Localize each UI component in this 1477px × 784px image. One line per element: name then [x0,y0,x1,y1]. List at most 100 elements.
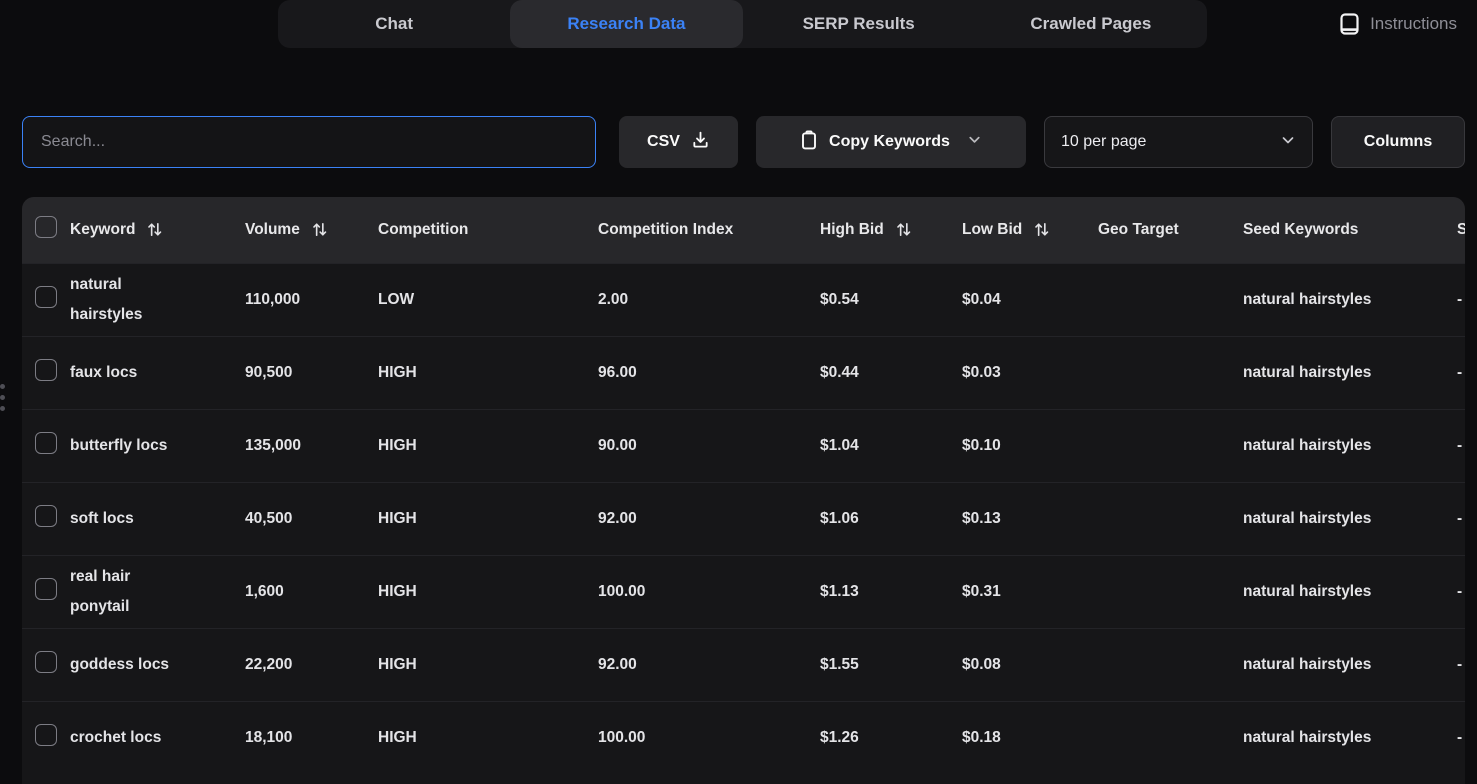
row-checkbox[interactable] [35,724,57,746]
drag-handle-dots[interactable] [0,384,6,411]
cell-keyword: natural hairstyles [70,263,245,336]
keyword-table: Keyword Volume [22,197,1465,784]
cell-volume: 90,500 [245,336,378,409]
cell-clipped: - [1457,628,1465,701]
cell-competition-index: 2.00 [598,263,820,336]
col-header-competition-index: Competition Index [598,197,820,263]
chevron-down-icon [1280,132,1296,153]
cell-competition-index: 96.00 [598,336,820,409]
select-all-checkbox[interactable] [35,216,57,238]
cell-keyword: goddess locs [70,628,245,701]
row-checkbox[interactable] [35,651,57,673]
col-label-low-bid: Low Bid [962,221,1022,239]
cell-competition: HIGH [378,482,598,555]
cell-seed-keywords: natural hairstyles [1243,409,1457,482]
tab-research-data[interactable]: Research Data [510,0,742,48]
table-row: faux locs 90,500 HIGH 96.00 $0.44 $0.03 … [22,336,1465,409]
cell-geo-target [1098,336,1243,409]
tab-serp-results[interactable]: SERP Results [743,0,975,48]
copy-keywords-button[interactable]: Copy Keywords [756,116,1026,168]
cell-seed-keywords: natural hairstyles [1243,555,1457,628]
table-header-row: Keyword Volume [22,197,1465,263]
cell-competition-index: 100.00 [598,555,820,628]
cell-seed-keywords: natural hairstyles [1243,336,1457,409]
table-row: soft locs 40,500 HIGH 92.00 $1.06 $0.13 … [22,482,1465,555]
cell-geo-target [1098,701,1243,774]
cell-low-bid: $0.31 [962,555,1098,628]
cell-high-bid: $1.06 [820,482,962,555]
cell-clipped: - [1457,482,1465,555]
table-row: butterfly locs 135,000 HIGH 90.00 $1.04 … [22,409,1465,482]
cell-seed-keywords: natural hairstyles [1243,263,1457,336]
tab-chat[interactable]: Chat [278,0,510,48]
cell-geo-target [1098,409,1243,482]
cell-clipped: - [1457,336,1465,409]
cell-volume: 110,000 [245,263,378,336]
cell-seed-keywords: natural hairstyles [1243,701,1457,774]
cell-seed-keywords: natural hairstyles [1243,628,1457,701]
toolbar: CSV Copy Keywords 10 per page [22,116,1465,168]
cell-keyword: real hair ponytail [70,555,245,628]
cell-geo-target [1098,263,1243,336]
download-icon [691,130,710,154]
row-checkbox[interactable] [35,286,57,308]
row-checkbox[interactable] [35,505,57,527]
col-header-clipped: S [1457,197,1465,263]
cell-volume: 135,000 [245,409,378,482]
col-header-competition: Competition [378,197,598,263]
col-label-keyword: Keyword [70,221,135,239]
cell-low-bid: $0.04 [962,263,1098,336]
chevron-down-icon [967,132,982,152]
cell-low-bid: $0.03 [962,336,1098,409]
cell-keyword: crochet locs [70,701,245,774]
cell-low-bid: $0.08 [962,628,1098,701]
instructions-label: Instructions [1370,14,1457,34]
search-input[interactable] [22,116,596,168]
cell-competition: HIGH [378,701,598,774]
cell-volume: 22,200 [245,628,378,701]
instructions-button[interactable]: Instructions [1340,8,1457,40]
copy-keywords-label: Copy Keywords [829,133,950,151]
row-checkbox[interactable] [35,432,57,454]
sort-high-bid-button[interactable] [894,220,913,239]
clipboard-icon [800,130,818,155]
cell-clipped: - [1457,263,1465,336]
sort-keyword-button[interactable] [145,220,164,239]
cell-keyword: faux locs [70,336,245,409]
cell-clipped: - [1457,555,1465,628]
col-header-high-bid: High Bid [820,197,962,263]
cell-keyword: soft locs [70,482,245,555]
sort-low-bid-button[interactable] [1032,220,1051,239]
cell-competition: HIGH [378,555,598,628]
col-label-high-bid: High Bid [820,221,884,239]
col-header-keyword: Keyword [70,197,245,263]
cell-low-bid: $0.18 [962,701,1098,774]
book-icon [1340,13,1359,35]
col-header-geo-target: Geo Target [1098,197,1243,263]
cell-high-bid: $1.55 [820,628,962,701]
row-checkbox[interactable] [35,359,57,381]
tab-bar: ChatResearch DataSERP ResultsCrawled Pag… [278,0,1207,48]
table-row: goddess locs 22,200 HIGH 92.00 $1.55 $0.… [22,628,1465,701]
cell-competition-index: 90.00 [598,409,820,482]
row-checkbox[interactable] [35,578,57,600]
cell-keyword: butterfly locs [70,409,245,482]
cell-clipped: - [1457,701,1465,774]
cell-low-bid: $0.10 [962,409,1098,482]
col-header-low-bid: Low Bid [962,197,1098,263]
cell-low-bid: $0.13 [962,482,1098,555]
cell-geo-target [1098,555,1243,628]
cell-clipped: - [1457,409,1465,482]
top-bar: ChatResearch DataSERP ResultsCrawled Pag… [0,0,1477,48]
cell-high-bid: $0.44 [820,336,962,409]
col-header-volume: Volume [245,197,378,263]
columns-button[interactable]: Columns [1331,116,1465,168]
cell-competition-index: 100.00 [598,701,820,774]
sort-volume-button[interactable] [310,220,329,239]
tab-crawled-pages[interactable]: Crawled Pages [975,0,1207,48]
csv-export-button[interactable]: CSV [619,116,738,168]
cell-competition-index: 92.00 [598,628,820,701]
per-page-select[interactable]: 10 per page [1044,116,1313,168]
cell-competition: LOW [378,263,598,336]
table-row: natural hairstyles 110,000 LOW 2.00 $0.5… [22,263,1465,336]
